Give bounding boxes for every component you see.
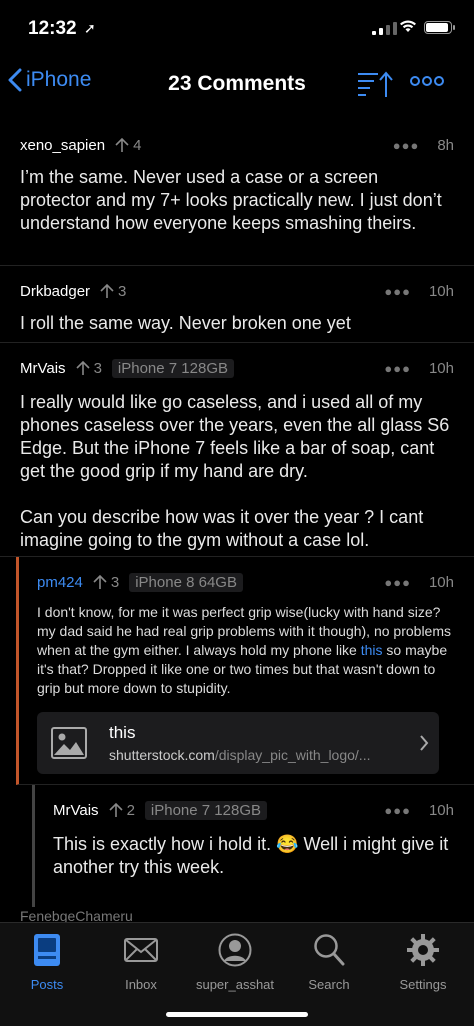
search-icon <box>282 931 376 969</box>
comment-score: 3 <box>100 283 126 300</box>
comment-options-icon[interactable]: ●●● <box>384 803 411 818</box>
tab-bar: Posts Inbox super_asshat Search Settings <box>0 922 474 1026</box>
tab-label: Search <box>308 977 350 992</box>
comment-meta: MrVais 2 iPhone 7 128GB ●●● 10h <box>53 799 454 821</box>
status-time: 12:32 <box>28 18 77 39</box>
comment-meta: pm424 3 iPhone 8 64GB ●●● 10h <box>37 571 454 593</box>
upvote-arrow-icon[interactable] <box>93 574 107 590</box>
comment-time: 10h <box>428 359 454 377</box>
wifi-icon <box>400 20 416 32</box>
comment-body: I don't know, for me it was perfect grip… <box>37 604 451 696</box>
comment-meta: Drkbadger 3 ●●● 10h <box>20 280 454 302</box>
comment-time: 10h <box>428 282 454 300</box>
tab-settings[interactable]: Settings <box>376 931 470 992</box>
page-title: 23 Comments <box>168 72 306 95</box>
link-url: shutterstock.com/display_pic_with_logo/.… <box>109 747 371 763</box>
upvote-arrow-icon[interactable] <box>100 283 114 299</box>
comment-score: 3 <box>93 574 119 591</box>
sort-icon[interactable] <box>356 70 396 100</box>
comment-meta: MrVais 3 iPhone 7 128GB ●●● 10h <box>20 357 454 379</box>
reply-comment: MrVais 2 iPhone 7 128GB ●●● 10h This is … <box>32 785 474 907</box>
comment-body: I really would like go caseless, and i u… <box>20 392 450 481</box>
tab-label: Inbox <box>125 977 157 992</box>
comment-options-icon[interactable]: ●●● <box>384 575 411 590</box>
comment: Drkbadger 3 ●●● 10h I roll the same way.… <box>0 266 474 343</box>
tab-label: Settings <box>399 977 447 992</box>
chevron-right-icon <box>409 734 439 752</box>
inline-link[interactable]: this <box>361 642 383 658</box>
comment: MrVais 3 iPhone 7 128GB ●●● 10h I really… <box>0 343 474 557</box>
nav-bar: iPhone 23 Comments <box>0 60 474 110</box>
settings-icon <box>376 931 470 969</box>
comment-score: 3 <box>75 360 102 377</box>
posts-icon <box>0 931 94 969</box>
location-arrow-icon: ➚ <box>84 20 96 36</box>
image-placeholder-icon <box>37 712 101 774</box>
tab-label: Posts <box>30 977 64 992</box>
comment-author[interactable]: MrVais <box>20 360 66 377</box>
comment-time: 10h <box>428 801 454 819</box>
comments-feed[interactable]: xeno_sapien 4 ●●● 8h I’m the same. Never… <box>0 120 474 922</box>
home-indicator[interactable] <box>166 1012 308 1017</box>
upvote-arrow-icon[interactable] <box>108 802 123 818</box>
status-bar: 12:32 ➚ <box>0 0 474 60</box>
comment-body: This is exactly how i hold it. 😂 Well i … <box>53 834 449 877</box>
upvote-arrow-icon[interactable] <box>115 137 129 153</box>
comment-body: I roll the same way. Never broken one ye… <box>20 313 351 333</box>
tab-inbox[interactable]: Inbox <box>94 931 188 992</box>
next-comment-author: FenebgeChameru <box>20 908 133 922</box>
tab-label: super_asshat <box>195 977 275 992</box>
comment-score: 4 <box>115 137 141 154</box>
comment-meta: xeno_sapien 4 ●●● 8h <box>20 134 454 156</box>
inbox-icon <box>94 931 188 969</box>
user-flair: iPhone 8 64GB <box>129 572 243 592</box>
tab-profile[interactable]: super_asshat <box>188 931 282 992</box>
profile-icon <box>188 931 282 969</box>
comment-body: I’m the same. Never used a case or a scr… <box>20 167 442 233</box>
comment-author[interactable]: MrVais <box>53 802 99 819</box>
signal-icon <box>372 22 397 35</box>
link-title: this <box>109 723 136 742</box>
link-preview-card[interactable]: this shutterstock.com/display_pic_with_l… <box>37 712 439 774</box>
comment-body-paragraph: Can you describe how was it over the yea… <box>20 507 424 550</box>
comment-time: 10h <box>428 573 454 591</box>
comment-options-icon[interactable]: ●●● <box>393 138 420 153</box>
comment-time: 8h <box>437 136 454 154</box>
comment-options-icon[interactable]: ●●● <box>384 361 411 376</box>
reply-comment: pm424 3 iPhone 8 64GB ●●● 10h I don't kn… <box>16 557 474 785</box>
user-flair: iPhone 7 128GB <box>111 358 234 378</box>
user-flair: iPhone 7 128GB <box>144 800 267 820</box>
comment-author[interactable]: Drkbadger <box>20 283 90 300</box>
comment: xeno_sapien 4 ●●● 8h I’m the same. Never… <box>0 120 474 266</box>
comment-options-icon[interactable]: ●●● <box>384 284 411 299</box>
battery-icon <box>424 21 455 34</box>
tab-search[interactable]: Search <box>282 931 376 992</box>
comment-author[interactable]: pm424 <box>37 574 83 591</box>
comment-score: 2 <box>108 802 135 819</box>
more-options-icon[interactable] <box>410 74 444 88</box>
upvote-arrow-icon[interactable] <box>75 360 90 376</box>
comment-author[interactable]: xeno_sapien <box>20 137 105 154</box>
tab-posts[interactable]: Posts <box>0 931 94 992</box>
